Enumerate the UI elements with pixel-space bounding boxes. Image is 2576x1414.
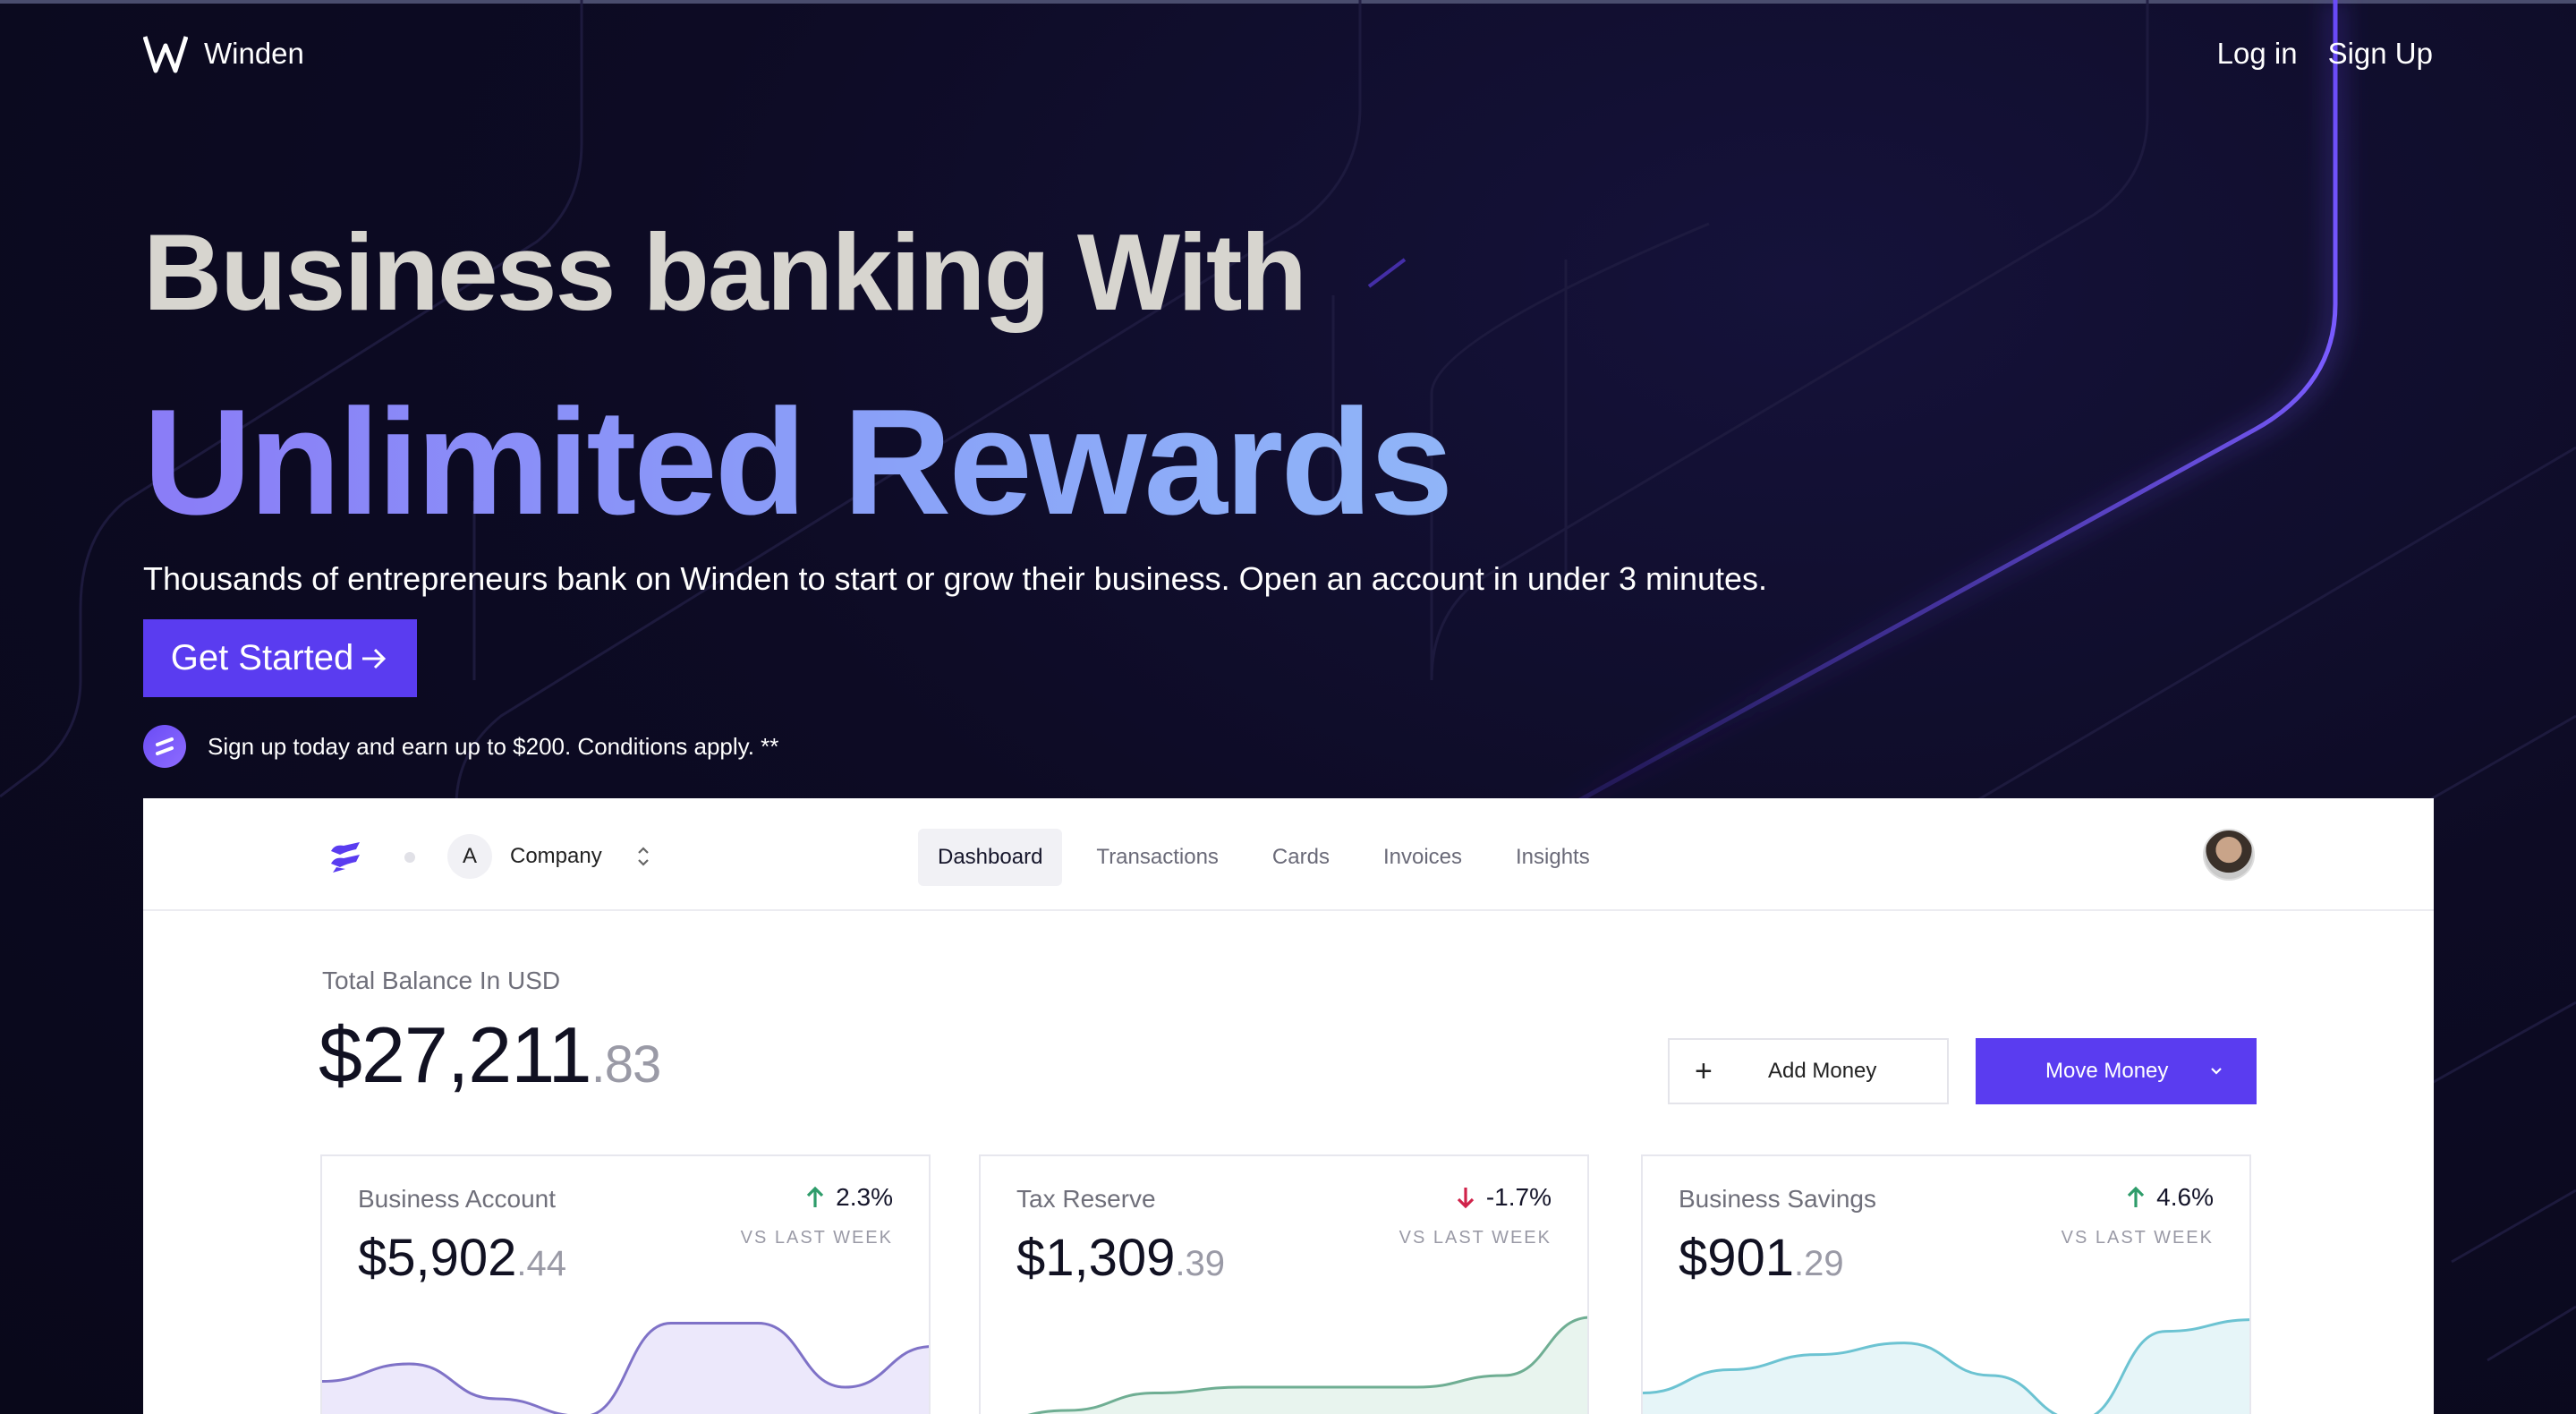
account-change: -1.7% (1456, 1183, 1552, 1212)
arrow-down-icon (1457, 1188, 1474, 1209)
account-change-value: -1.7% (1485, 1183, 1552, 1211)
hero-title: Business banking With (143, 211, 1307, 333)
account-card-tax[interactable]: Tax Reserve $1,309.39 -1.7% VS LAST WEEK (979, 1154, 1589, 1414)
account-balance-cents: .39 (1175, 1244, 1226, 1283)
tab-transactions[interactable]: Transactions (1076, 829, 1238, 886)
user-avatar[interactable] (2203, 829, 2255, 881)
separator-dot (404, 852, 415, 863)
account-card-savings[interactable]: Business Savings $901.29 4.6% VS LAST WE… (1641, 1154, 2251, 1414)
arrow-right-icon (362, 648, 387, 669)
add-money-label: Add Money (1768, 1059, 1877, 1083)
balance-cents: .83 (591, 1035, 662, 1094)
brand[interactable]: Winden (143, 33, 304, 74)
login-link[interactable]: Log in (2217, 37, 2298, 71)
tab-cards[interactable]: Cards (1253, 829, 1349, 886)
app-header: A Company Dashboard Transactions Cards I… (143, 798, 2434, 911)
account-trend-chart (1027, 1316, 1587, 1414)
move-money-label: Move Money (2045, 1059, 2169, 1083)
account-balance-cents: .29 (1794, 1244, 1844, 1283)
account-balance: $901.29 (1679, 1228, 1844, 1288)
brand-name: Winden (204, 37, 304, 70)
hero-subtitle: Thousands of entrepreneurs bank on Winde… (143, 560, 1768, 597)
rewards-icon (143, 725, 186, 768)
dashboard-preview: A Company Dashboard Transactions Cards I… (143, 798, 2434, 1414)
account-change-value: 4.6% (2156, 1183, 2214, 1211)
add-money-button[interactable]: + Add Money (1668, 1038, 1949, 1104)
comparison-label: VS LAST WEEK (740, 1228, 893, 1248)
get-started-label: Get Started (170, 638, 354, 677)
trend-area (1643, 1319, 2249, 1414)
tab-insights[interactable]: Insights (1496, 829, 1610, 886)
account-title: Business Account (358, 1185, 557, 1213)
balance-whole: $27,211 (319, 1010, 592, 1099)
arrow-up-icon (807, 1186, 824, 1207)
plus-icon: + (1695, 1053, 1713, 1088)
account-balance-whole: $1,309 (1016, 1229, 1176, 1287)
landing-page: Winden Log in Sign Up Business banking W… (0, 0, 2576, 1414)
move-money-button[interactable]: Move Money (1976, 1038, 2257, 1104)
auth-links: Log in Sign Up (2217, 37, 2433, 71)
top-border (0, 0, 2576, 4)
account-title: Business Savings (1679, 1185, 1877, 1213)
account-balance: $5,902.44 (358, 1228, 566, 1288)
chevron-down-icon (2211, 1068, 2223, 1075)
get-started-button[interactable]: Get Started (143, 619, 417, 697)
tab-invoices[interactable]: Invoices (1364, 829, 1482, 886)
company-avatar: A (447, 834, 492, 879)
account-balance-whole: $5,902 (358, 1229, 517, 1287)
arrow-up-icon (2128, 1186, 2145, 1207)
comparison-label: VS LAST WEEK (2061, 1228, 2214, 1248)
app-tabs: Dashboard Transactions Cards Invoices In… (918, 829, 1610, 886)
account-trend-chart (1643, 1318, 2249, 1414)
hero-title-highlight: Unlimited Rewards (143, 376, 1453, 549)
account-balance-cents: .44 (516, 1244, 567, 1283)
account-title: Tax Reserve (1016, 1185, 1156, 1213)
account-balance-whole: $901 (1679, 1229, 1795, 1287)
company-switcher[interactable]: A Company (447, 834, 650, 879)
signup-link[interactable]: Sign Up (2328, 37, 2433, 71)
trend-area (1033, 1317, 1587, 1414)
top-nav: Winden Log in Sign Up (143, 29, 2433, 79)
balance-label: Total Balance In USD (322, 967, 561, 994)
promo-note: Sign up today and earn up to $200. Condi… (143, 725, 778, 768)
comparison-label: VS LAST WEEK (1399, 1228, 1552, 1248)
winden-logo-icon (143, 36, 188, 73)
company-name: Company (510, 844, 602, 868)
promo-text: Sign up today and earn up to $200. Condi… (208, 732, 779, 760)
tab-dashboard[interactable]: Dashboard (918, 829, 1063, 886)
updown-chevron-icon (637, 847, 649, 866)
account-trend-chart (322, 1322, 929, 1414)
account-change-value: 2.3% (836, 1183, 893, 1211)
account-card-business[interactable]: Business Account $5,902.44 2.3% VS LAST … (320, 1154, 931, 1414)
app-logo-icon (331, 842, 360, 873)
account-change: 2.3% (805, 1183, 893, 1212)
account-balance: $1,309.39 (1016, 1228, 1225, 1288)
total-balance: $27,211.83 (319, 1009, 662, 1101)
account-change: 4.6% (2126, 1183, 2214, 1212)
